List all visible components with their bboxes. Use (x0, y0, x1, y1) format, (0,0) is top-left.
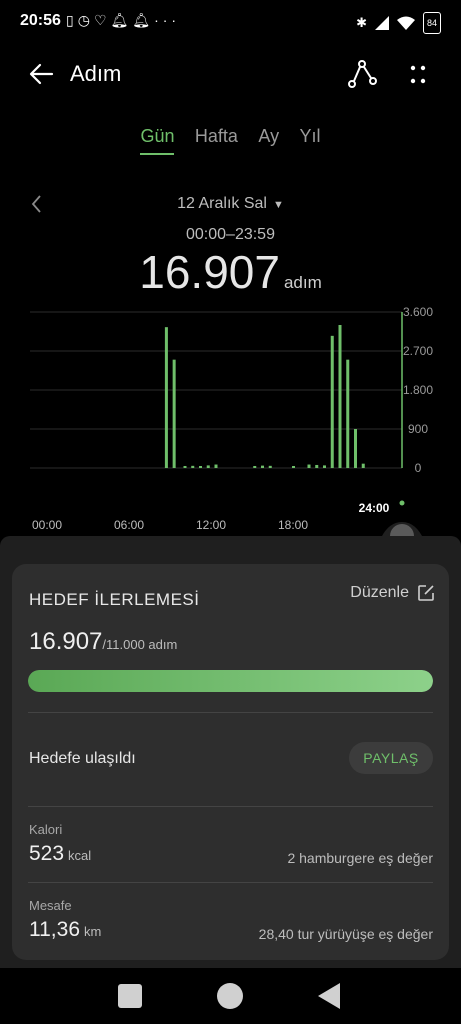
goal-reached-label: Hedefe ulaşıldı (29, 750, 136, 767)
calorie-unit: kcal (68, 848, 92, 863)
calorie-label: Kalori (29, 822, 63, 837)
distance-equivalent: 28,40 tur yürüyüşe eş değer (258, 926, 433, 942)
health-icon: ♡ (93, 12, 111, 28)
goal-progress-fill (28, 670, 433, 692)
dropdown-triangle-icon: ▼ (272, 199, 284, 211)
calorie-value: 523 kcal (29, 842, 91, 866)
tab-day[interactable]: Gün (140, 126, 175, 155)
more-dots-icon: ··· (154, 12, 181, 28)
edit-square-icon (418, 585, 434, 601)
x-tick-label: 12:00 (196, 518, 226, 532)
edit-label: Düzenle (350, 584, 409, 601)
signal-icon (375, 16, 389, 30)
divider (28, 882, 433, 883)
page-title: Adım (70, 61, 122, 86)
chart-bar (361, 463, 365, 468)
alarm-icon: ◷ (77, 12, 94, 28)
progress-value: 16.907 (29, 628, 103, 655)
progress-goal: /11.000 adım (102, 637, 178, 652)
total-unit: adım (283, 273, 322, 292)
chart-bar (354, 429, 357, 468)
distance-unit: km (84, 924, 102, 939)
edit-button[interactable]: Düzenle (350, 584, 435, 602)
status-time: 20:56 (20, 12, 61, 29)
goal-title: HEDEF İLERLEMESİ (29, 590, 200, 609)
tab-year[interactable]: Yıl (300, 126, 321, 153)
chart-bar (191, 465, 195, 468)
y-tick-label: 2.700 (403, 344, 433, 358)
date-selector[interactable]: 12 Aralık Sal ▼ (0, 195, 461, 213)
chart-bar (330, 335, 334, 468)
steps-screen: 20:56 ▯◷♡🔔︎🔔︎··· ✱ 84 Adım Gün Hafta Ay … (0, 0, 461, 1024)
progress-text: 16.907/11.000 adım (29, 628, 177, 656)
chart-bar (164, 327, 168, 468)
chart-bar (315, 464, 319, 468)
y-tick-label: 1.800 (403, 383, 433, 397)
system-icons: ✱ 84 (356, 12, 441, 34)
status-bar: 20:56 ▯◷♡🔔︎🔔︎··· ✱ 84 (0, 0, 461, 44)
chart-bar (346, 359, 350, 468)
chart-bar (268, 465, 272, 468)
chart-bar (206, 465, 210, 468)
wifi-icon (397, 16, 415, 30)
x-tick-label: 06:00 (114, 518, 144, 532)
route-share-icon[interactable] (346, 59, 378, 91)
home-icon[interactable] (217, 983, 243, 1009)
cursor-dot (399, 500, 405, 506)
period-tabs: Gün Hafta Ay Yıl (0, 126, 461, 166)
chart-bar (261, 465, 264, 468)
chart-bar (172, 359, 176, 468)
bluetooth-icon: ✱ (356, 15, 367, 30)
distance-label: Mesafe (29, 898, 72, 913)
app-bar: Adım (0, 50, 461, 100)
chart-bar (214, 464, 218, 468)
tab-month[interactable]: Ay (258, 126, 279, 153)
calorie-number: 523 (29, 842, 65, 865)
chart-bar (253, 466, 257, 468)
time-range: 00:00–23:59 (186, 226, 275, 243)
more-vertical-icon[interactable] (404, 59, 432, 91)
date-text: 12 Aralık Sal (177, 195, 267, 212)
back-triangle-icon[interactable] (318, 983, 340, 1009)
total-steps: 16.907 (139, 246, 280, 298)
distance-number: 11,36 (29, 918, 80, 941)
share-button[interactable]: PAYLAŞ (349, 742, 433, 774)
vibrate-icon: ▯ (66, 12, 78, 28)
distance-value: 11,36 km (29, 918, 101, 942)
battery-icon: 84 (423, 12, 441, 34)
steps-chart[interactable]: 3.600 2.700 1.800 900 0 00:00 06:00 12:00 18:00 2… (0, 300, 461, 540)
y-tick-label: 0 (415, 461, 422, 475)
divider (28, 806, 433, 807)
system-nav-bar (0, 968, 461, 1024)
cursor-time-label: 24:00 (359, 501, 390, 515)
chart-bar (338, 325, 342, 468)
calorie-equivalent: 2 hamburgere eş değer (287, 850, 433, 866)
arrow-left-icon[interactable] (26, 58, 58, 90)
step-total: 16.907 adım (0, 245, 461, 299)
chart-bar (323, 465, 326, 468)
x-tick-label: 18:00 (278, 518, 308, 532)
goal-card: HEDEF İLERLEMESİ Düzenle 16.907/11.000 a… (12, 564, 449, 960)
chart-bar (307, 464, 311, 468)
bell-icon: 🔔︎ (132, 12, 155, 28)
chart-bar (292, 466, 295, 468)
chart-bar (199, 466, 202, 468)
recents-icon[interactable] (118, 984, 142, 1008)
divider (28, 712, 433, 713)
y-tick-label: 900 (408, 422, 428, 436)
chart-bar (183, 466, 187, 468)
y-tick-label: 3.600 (403, 305, 433, 319)
goal-progress-bar (28, 670, 433, 692)
x-tick-label: 00:00 (32, 518, 62, 532)
battery-level: 84 (426, 18, 437, 28)
notification-icons: ▯◷♡🔔︎🔔︎··· (66, 12, 180, 29)
bell-icon: 🔔︎ (110, 12, 133, 28)
tab-week[interactable]: Hafta (195, 126, 238, 153)
